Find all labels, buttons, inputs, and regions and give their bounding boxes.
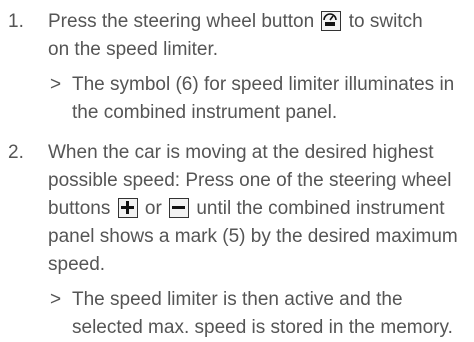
step-2-result-text: The speed limiter is then active and the… [72, 289, 453, 338]
result-arrow: > [50, 74, 62, 95]
plus-icon [117, 198, 138, 218]
step-1: 1. Press the steering wheel button to sw… [0, 8, 448, 64]
step-1-result-text: The symbol (6) for speed limiter illumin… [72, 74, 455, 123]
speed-limiter-icon [321, 11, 342, 31]
step-2-text-b: until the combined instrument panel show… [48, 198, 458, 275]
step-1-result: > The symbol (6) for speed limiter illum… [0, 71, 472, 127]
step-1-text-before: Press the steering wheel button [48, 11, 315, 32]
result-arrow: > [50, 289, 62, 310]
step-2-number: 2. [8, 142, 24, 163]
step-1-number: 1. [8, 11, 24, 32]
step-2-or: or [144, 198, 162, 219]
instruction-page: 1. Press the steering wheel button to sw… [0, 0, 474, 338]
step-2: 2. When the car is moving at the desired… [0, 139, 458, 279]
step-2-result: > The speed limiter is then active and t… [0, 286, 462, 342]
minus-icon [169, 198, 190, 218]
